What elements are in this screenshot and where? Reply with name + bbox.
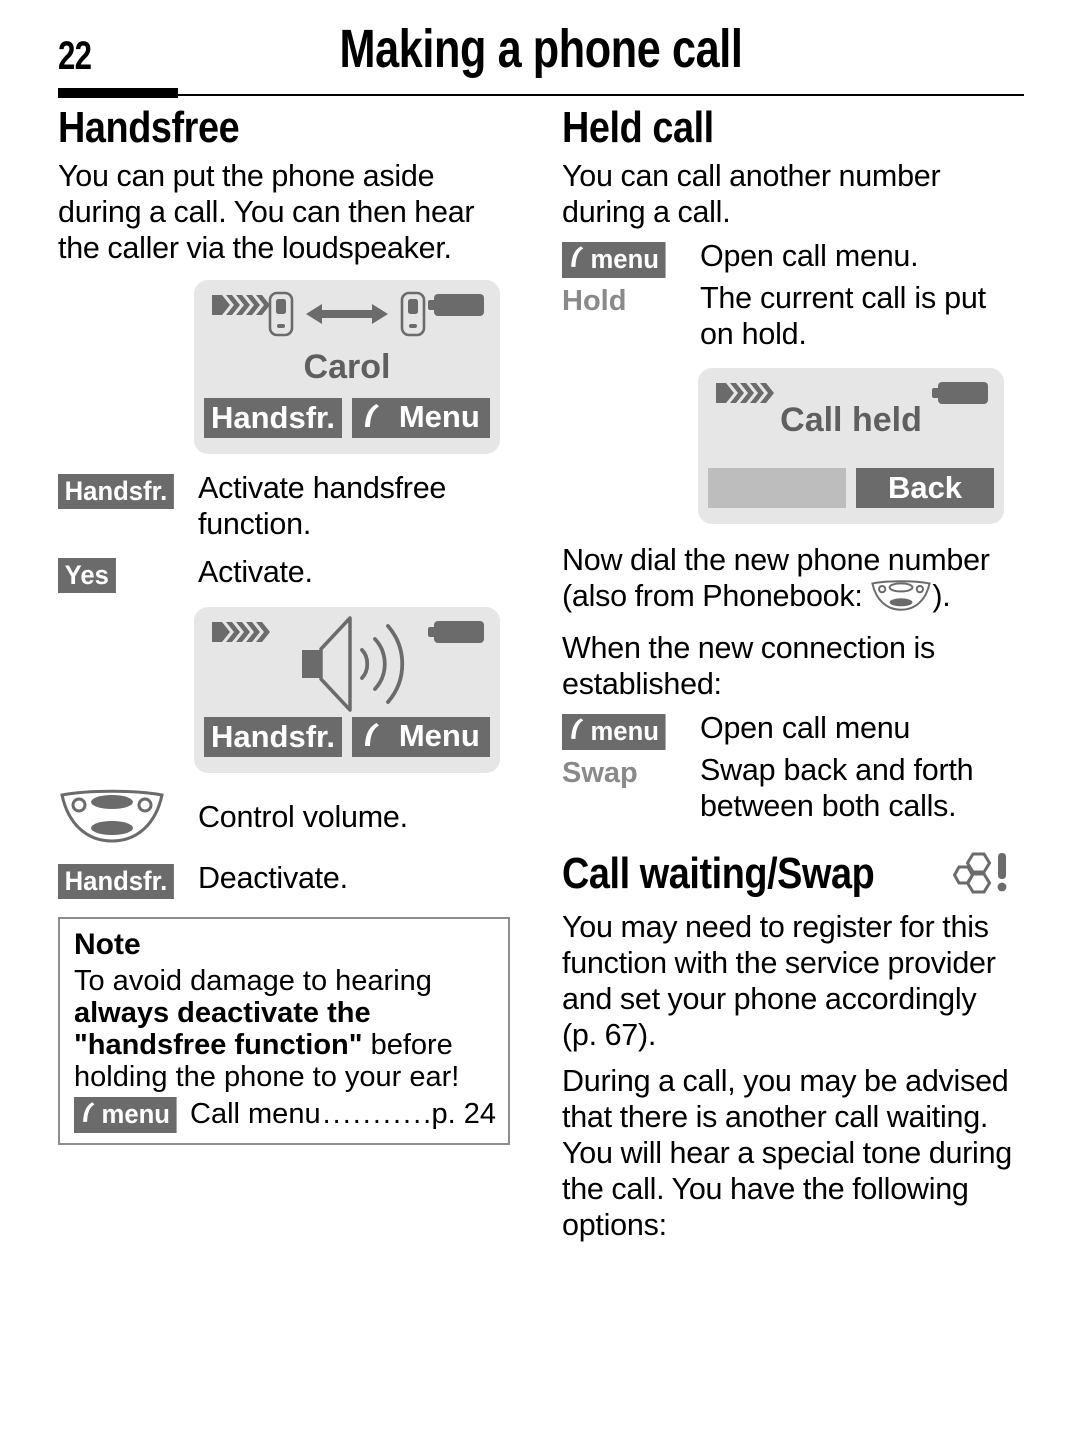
step-row-handsfree-deactivate: Handsfr. Deactivate. xyxy=(58,860,510,899)
screen-status-text: Call held xyxy=(780,400,922,439)
step-row-handsfree-activate: Handsfr. Activate handsfree function. xyxy=(58,470,510,542)
xref-page: p. 24 xyxy=(431,1097,497,1130)
step-key-cell: Swap xyxy=(562,752,700,790)
step-key-cell: Handsfr. xyxy=(58,470,198,509)
menu-item-swap[interactable]: Swap xyxy=(562,757,638,789)
step-row-hold: Hold The current call is put on hold. xyxy=(562,280,1014,352)
loudspeaker-icon xyxy=(272,614,422,719)
step-row-open-call-menu-2: menu Open call menu xyxy=(562,710,1014,750)
note-cross-reference[interactable]: menu Call menu .........................… xyxy=(74,1096,497,1133)
note-title: Note xyxy=(74,927,141,961)
during-call-paragraph: During a call, you may be advised that t… xyxy=(562,1063,1013,1242)
dial-new-number-paragraph: Now dial the new phone number (also from… xyxy=(562,542,1014,620)
held-call-intro: You can call another number during a cal… xyxy=(562,158,941,229)
right-column: Held call You can call another number du… xyxy=(562,104,1014,1249)
softkey-handsfree[interactable]: Handsfr. xyxy=(204,716,342,757)
softkey-menu[interactable]: Menu xyxy=(352,716,490,757)
register-paragraph: You may need to register for this functi… xyxy=(562,909,996,1052)
softkey-menu-label: Menu xyxy=(398,399,480,435)
phone-handset-icon xyxy=(362,720,391,755)
menu-item-hold[interactable]: Hold xyxy=(562,285,626,317)
step-desc: Open call menu xyxy=(700,710,911,745)
key-chip-menu[interactable]: menu xyxy=(562,713,666,750)
step-desc: Activate. xyxy=(198,554,313,589)
note-text: To avoid damage to hearing always deacti… xyxy=(74,965,496,1093)
key-chip-handsfr[interactable]: Handsfr. xyxy=(58,863,174,899)
screen-softkeys: Handsfr. Menu xyxy=(204,397,490,438)
step-desc: Open call menu. xyxy=(700,238,919,273)
step-row-open-call-menu: menu Open call menu. xyxy=(562,238,1014,278)
step-row-control-volume: Control volume. xyxy=(58,789,510,850)
step-key-cell: Handsfr. xyxy=(58,860,198,899)
phone-screen-loudspeaker: Handsfr. Menu xyxy=(194,606,500,773)
key-chip-menu[interactable]: menu xyxy=(562,241,666,278)
key-chip-menu[interactable]: menu xyxy=(74,1096,177,1133)
dial-text-after: ). xyxy=(932,578,951,613)
step-desc: Swap back and forth between both calls. xyxy=(700,752,974,823)
section-heading-held-call: Held call xyxy=(562,103,714,152)
phone-screen-call-held: Call held Back xyxy=(698,367,1004,524)
manual-page: 22 Making a phone call Handsfree You can… xyxy=(0,0,1080,1429)
key-chip-handsfr[interactable]: Handsfr. xyxy=(58,473,174,509)
section-heading-call-waiting: Call waiting/Swap xyxy=(562,849,875,899)
connection-established-paragraph: When the new connection is established: xyxy=(562,630,935,701)
key-chip-menu-label: menu xyxy=(101,1098,170,1129)
xref-label: Call menu xyxy=(190,1097,321,1130)
page-title: Making a phone call xyxy=(339,19,743,79)
step-key-cell xyxy=(58,789,198,850)
key-chip-yes[interactable]: Yes xyxy=(58,557,116,593)
nav-key-icon xyxy=(870,579,932,620)
step-key-cell: menu xyxy=(562,710,700,750)
phone-handset-icon xyxy=(362,401,391,436)
step-desc: The current call is put on hold. xyxy=(700,280,986,351)
softkey-menu-label: Menu xyxy=(398,718,480,754)
key-chip-menu-label: menu xyxy=(590,243,659,274)
section-heading-handsfree: Handsfree xyxy=(58,103,240,152)
phone-handset-icon xyxy=(569,244,586,276)
note-box: Note To avoid damage to hearing always d… xyxy=(58,916,510,1145)
left-column: Handsfree You can put the phone aside du… xyxy=(58,104,510,1145)
screen-contact-name: Carol xyxy=(303,348,391,387)
note-text-part1: To avoid damage to hearing xyxy=(74,964,432,997)
section-heading-call-waiting-row: Call waiting/Swap xyxy=(562,850,1014,899)
softkey-left-empty[interactable] xyxy=(708,467,846,508)
step-row-yes-activate: Yes Activate. xyxy=(58,554,510,593)
softkey-menu[interactable]: Menu xyxy=(352,397,490,438)
step-key-cell: menu xyxy=(562,238,700,278)
header-rule xyxy=(58,94,1024,96)
nav-key-icon[interactable] xyxy=(58,789,166,849)
phone-handset-icon xyxy=(569,716,586,748)
softkey-handsfree-label: Handsfr. xyxy=(210,400,336,436)
softkey-handsfree-label: Handsfr. xyxy=(210,719,336,755)
step-desc: Deactivate. xyxy=(198,860,348,895)
note-text-bold: always deactivate the "handsfree functio… xyxy=(74,996,371,1061)
xref-leader: ........................................… xyxy=(322,1097,430,1130)
two-phones-connected-icon xyxy=(262,287,432,346)
phone-screen-active-call: Carol Handsfr. Menu xyxy=(194,279,500,454)
step-row-swap: Swap Swap back and forth between both ca… xyxy=(562,752,1014,824)
screen-softkeys: Back xyxy=(708,467,994,508)
operator-dependent-icon xyxy=(952,850,1011,899)
header-rule-accent xyxy=(58,88,178,98)
step-key-cell: Hold xyxy=(562,280,700,318)
screen-softkeys: Handsfr. Menu xyxy=(204,716,490,757)
softkey-handsfree[interactable]: Handsfr. xyxy=(204,397,342,438)
step-desc: Control volume. xyxy=(198,799,408,834)
phone-handset-icon xyxy=(81,1099,97,1131)
key-chip-menu-label: menu xyxy=(590,715,659,746)
softkey-back[interactable]: Back xyxy=(856,467,994,508)
page-header: 22 Making a phone call xyxy=(58,18,1024,98)
step-desc: Activate handsfree function. xyxy=(198,470,447,541)
softkey-back-label: Back xyxy=(887,470,963,506)
page-number: 22 xyxy=(58,34,92,78)
handsfree-intro: You can put the phone aside during a cal… xyxy=(58,158,475,265)
step-key-cell: Yes xyxy=(58,554,198,593)
